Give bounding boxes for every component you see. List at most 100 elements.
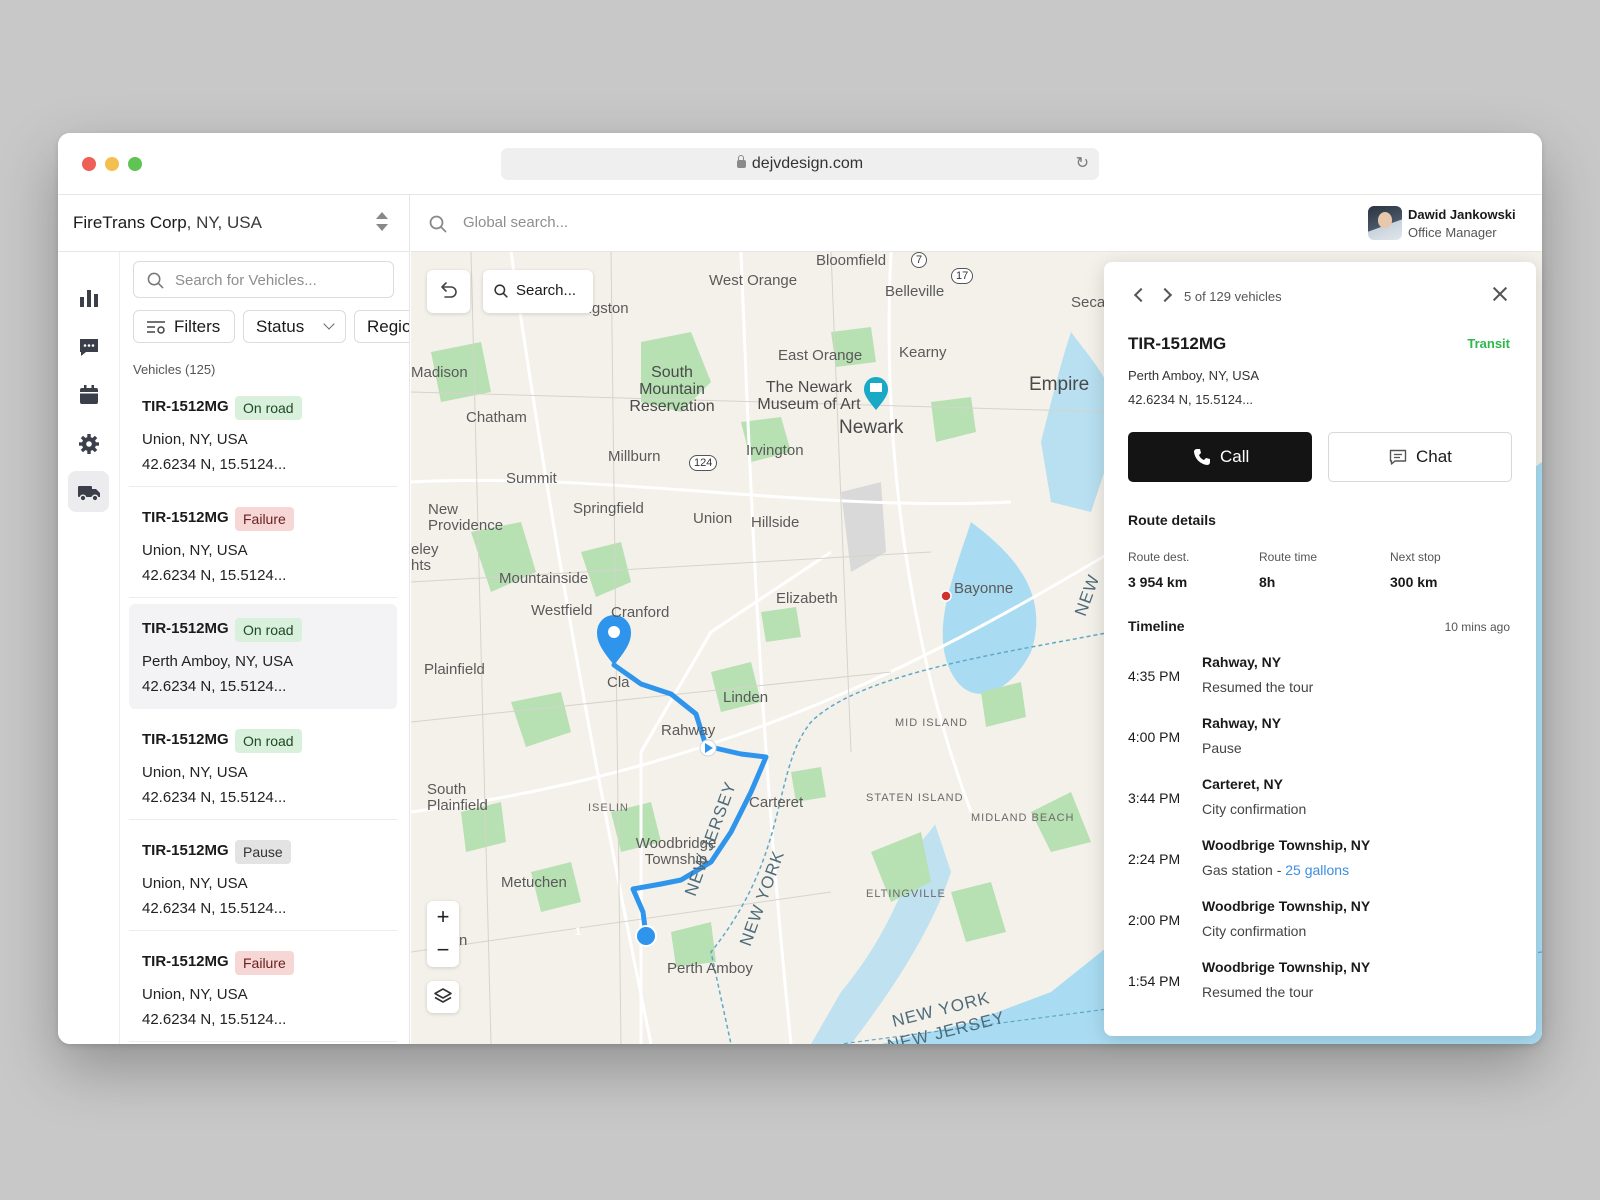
user-profile[interactable]: Dawid Jankowski Office Manager: [1368, 206, 1528, 242]
map-label-newark: Newark: [839, 417, 904, 438]
layers-button[interactable]: [427, 981, 459, 1013]
map-label-kearny: Kearny: [899, 344, 947, 361]
map-label-elizabeth: Elizabeth: [776, 590, 838, 607]
timeline-event-text: Gas station -: [1202, 862, 1286, 878]
user-name: Dawid Jankowski: [1408, 207, 1516, 222]
undo-button[interactable]: [427, 270, 470, 313]
sidebar-item-analytics[interactable]: [68, 277, 109, 318]
chat-button[interactable]: Chat: [1328, 432, 1512, 482]
map-label-rahway: Rahway: [661, 722, 716, 739]
map-label-summit: Summit: [506, 470, 557, 487]
map-label-mountainside: Mountainside: [499, 570, 589, 587]
status-dropdown[interactable]: Status: [243, 310, 346, 343]
map-label-eltingville: ELTINGVILLE: [866, 888, 946, 900]
timeline-entry: 2:00 PM Woodbrige Township, NY City conf…: [1128, 898, 1518, 954]
timeline-updated: 10 mins ago: [1444, 620, 1510, 634]
timeline-event: Resumed the tour: [1202, 984, 1314, 1000]
vehicle-search-input[interactable]: Search for Vehicles...: [133, 261, 394, 298]
sidebar-item-vehicles[interactable]: [68, 471, 109, 512]
status-badge: Failure: [235, 507, 294, 531]
map-label-edison-cut: n: [459, 932, 468, 949]
maximize-window-button[interactable]: [128, 157, 142, 171]
chevron-down-icon: [323, 318, 335, 330]
route-shield-7: 7: [911, 252, 928, 268]
map-label-west-orange: West Orange: [709, 272, 798, 289]
map-label-millburn: Millburn: [608, 448, 661, 465]
region-dropdown[interactable]: Regio: [354, 310, 410, 343]
timeline-place: Woodbrige Township, NY: [1202, 837, 1371, 853]
map-search-input[interactable]: Search...: [483, 270, 593, 313]
list-item[interactable]: TIR-1512MG Failure Union, NY, USA 42.623…: [129, 937, 397, 1042]
timeline-time: 2:24 PM: [1128, 851, 1181, 867]
list-item-selected[interactable]: TIR-1512MG On road Perth Amboy, NY, USA …: [129, 604, 397, 709]
vehicle-search-placeholder: Search for Vehicles...: [175, 272, 317, 289]
sidebar-item-calendar[interactable]: [68, 374, 109, 415]
map-label-springfield: Springfield: [573, 500, 644, 517]
map-label-iselin: ISELIN: [588, 802, 629, 814]
list-item[interactable]: TIR-1512MG On road Union, NY, USA 42.623…: [129, 382, 397, 487]
map-label-union: Union: [693, 510, 733, 527]
chat-icon: [1389, 449, 1407, 465]
map-label-staten-island: STATEN ISLAND: [866, 792, 964, 804]
metric-label-route-time: Route time: [1259, 550, 1318, 564]
vehicle-count: Vehicles (125): [133, 362, 216, 377]
vehicle-location: Union, NY, USA: [142, 764, 248, 781]
truck-icon: [77, 485, 100, 501]
zoom-in-button[interactable]: +: [427, 901, 459, 934]
map-label-westfield: Westfield: [531, 602, 593, 619]
close-window-button[interactable]: [82, 157, 96, 171]
vehicle-id: TIR-1512MG: [142, 509, 229, 526]
metric-label-next-stop: Next stop: [1390, 550, 1441, 564]
vehicle-location: Union, NY, USA: [142, 875, 248, 892]
minimize-window-button[interactable]: [105, 157, 119, 171]
call-button[interactable]: Call: [1128, 432, 1312, 482]
global-search-input[interactable]: Global search...: [463, 214, 568, 231]
address-bar[interactable]: dejvdesign.com ↻: [501, 148, 1099, 180]
timeline-event: Resumed the tour: [1202, 679, 1314, 695]
messages-icon: [79, 338, 98, 356]
vehicle-coords: 42.6234 N, 15.5124...: [142, 456, 287, 473]
filters-button[interactable]: Filters: [133, 310, 235, 343]
map-label-empire: Empire: [1029, 374, 1090, 395]
reload-icon[interactable]: ↻: [1076, 148, 1089, 180]
detail-status: Transit: [1467, 336, 1510, 351]
chevron-right-icon[interactable]: [1157, 287, 1173, 303]
metric-value-route-dest: 3 954 km: [1128, 574, 1188, 590]
region-label: Regio: [367, 317, 410, 336]
gallons-link[interactable]: 25 gallons: [1285, 862, 1349, 878]
vehicle-location: Union, NY, USA: [142, 542, 248, 559]
org-selector[interactable]: FireTrans Corp, NY, USA: [58, 195, 410, 252]
chevron-left-icon[interactable]: [1133, 287, 1149, 303]
vehicle-coords: 42.6234 N, 15.5124...: [142, 789, 287, 806]
route-stop-number: 1: [574, 926, 582, 938]
close-icon[interactable]: [1492, 286, 1508, 302]
settings-icon: [78, 433, 99, 454]
icon-sidebar: [58, 252, 120, 1044]
zoom-out-button[interactable]: −: [427, 934, 459, 967]
map-label-midland-beach: MIDLAND BEACH: [971, 812, 1075, 824]
detail-coords: 42.6234 N, 15.5124...: [1128, 392, 1254, 407]
vehicle-location: Union, NY, USA: [142, 986, 248, 1003]
list-item[interactable]: TIR-1512MG Failure Union, NY, USA 42.623…: [129, 493, 397, 598]
vehicle-id: TIR-1512MG: [142, 620, 229, 637]
status-badge: On road: [235, 396, 302, 420]
list-item[interactable]: TIR-1512MG Pause Union, NY, USA 42.6234 …: [129, 826, 397, 931]
detail-vehicle-id: TIR-1512MG: [1128, 334, 1227, 353]
status-badge: On road: [235, 729, 302, 753]
org-name: FireTrans Corp: [73, 213, 187, 232]
timeline-event: Gas station - 25 gallons: [1202, 862, 1349, 878]
search-icon: [429, 215, 447, 233]
timeline-event: City confirmation: [1202, 801, 1307, 817]
status-badge: On road: [235, 618, 302, 642]
map-label-newark-museum: The Newark Museum of Art: [757, 379, 861, 413]
timeline-entry: 4:00 PM Rahway, NY Pause: [1128, 715, 1518, 771]
vehicle-coords: 42.6234 N, 15.5124...: [142, 1011, 287, 1028]
vehicle-counter: 5 of 129 vehicles: [1184, 289, 1282, 304]
undo-icon: [441, 282, 457, 298]
list-item[interactable]: TIR-1512MG On road Union, NY, USA 42.623…: [129, 715, 397, 820]
timeline-place: Carteret, NY: [1202, 776, 1283, 792]
sidebar-item-messages[interactable]: [68, 326, 109, 367]
status-badge: Failure: [235, 951, 294, 975]
map-label-irvington: Irvington: [746, 442, 804, 459]
sidebar-item-settings[interactable]: [68, 423, 109, 464]
